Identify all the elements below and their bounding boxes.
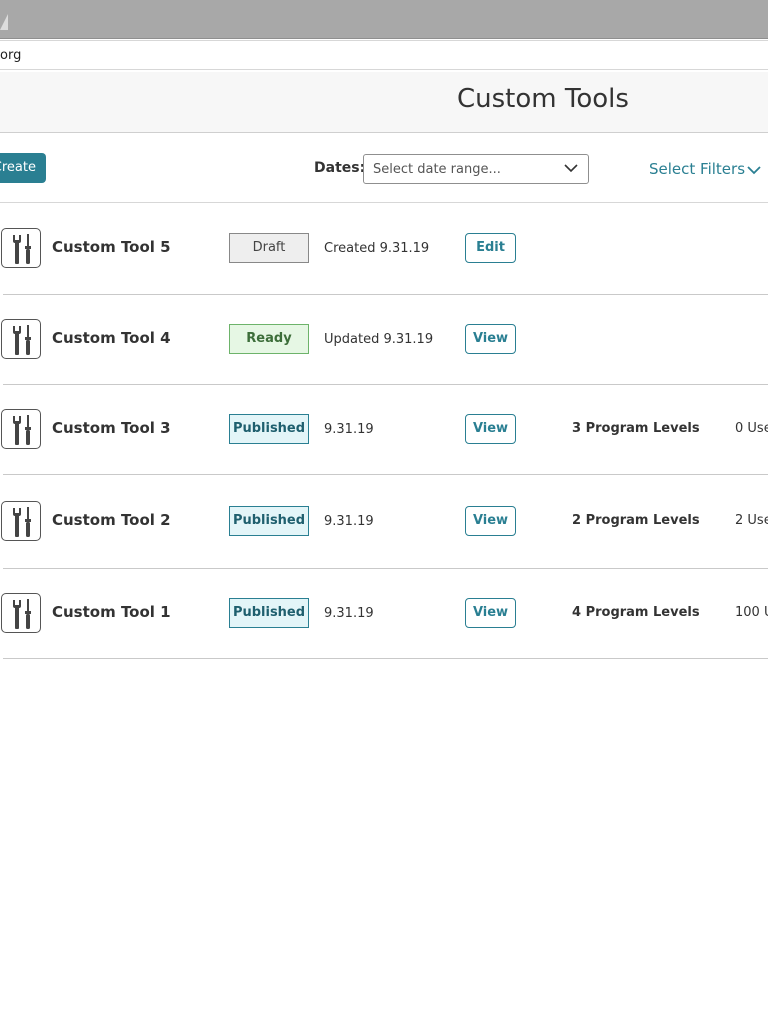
status-badge: Published [229,598,309,628]
tool-date: Created 9.31.19 [324,241,430,256]
tool-name[interactable]: Custom Tool 1 [52,603,171,621]
page-header: Custom Tools [0,72,768,133]
status-badge: Published [229,506,309,536]
tool-name[interactable]: Custom Tool 3 [52,419,171,437]
user-count: 2 Use [735,513,768,528]
view-button[interactable]: View [465,414,516,444]
date-range-select[interactable]: Select date range... [363,154,589,184]
toolbar: Create Dates: Select date range... Selec… [0,134,768,203]
status-badge: Ready [229,324,309,354]
list-item[interactable]: Custom Tool 4 Ready Updated 9.31.19 View [1,295,768,385]
list-item[interactable]: Custom Tool 5 Draft Created 9.31.19 Edit [1,203,768,295]
program-levels: 4 Program Levels [572,605,700,620]
browser-chrome [0,0,768,39]
user-count: 100 U [735,605,768,620]
address-bar[interactable]: org [0,40,768,70]
url-text: org [0,48,22,63]
tools-icon [1,501,41,541]
tool-date: 9.31.19 [324,606,374,621]
chevron-down-icon [747,166,761,175]
tools-icon [1,319,41,359]
list-item[interactable]: Custom Tool 1 Published 9.31.19 View 4 P… [1,569,768,659]
list-item[interactable]: Custom Tool 3 Published 9.31.19 View 3 P… [1,385,768,475]
select-filters-button[interactable]: Select Filters [649,160,761,178]
view-button[interactable]: View [465,324,516,354]
list-item[interactable]: Custom Tool 2 Published 9.31.19 View 2 P… [1,475,768,569]
date-range-placeholder: Select date range... [373,162,501,177]
user-count: 0 Use [735,421,768,436]
tool-date: Updated 9.31.19 [324,332,434,347]
view-button[interactable]: View [465,598,516,628]
page-title: Custom Tools [457,84,629,114]
tools-icon [1,593,41,633]
tools-icon [1,409,41,449]
tool-name[interactable]: Custom Tool 4 [52,329,171,347]
dates-label: Dates: [314,160,366,176]
edit-button[interactable]: Edit [465,233,516,263]
tools-icon [1,228,41,268]
program-levels: 3 Program Levels [572,421,700,436]
status-badge: Published [229,414,309,444]
tool-date: 9.31.19 [324,422,374,437]
status-badge: Draft [229,233,309,263]
tool-name[interactable]: Custom Tool 5 [52,238,171,256]
create-button[interactable]: Create [0,153,46,183]
program-levels: 2 Program Levels [572,513,700,528]
tool-name[interactable]: Custom Tool 2 [52,511,171,529]
browser-tab-edge [0,14,8,30]
view-button[interactable]: View [465,506,516,536]
tool-date: 9.31.19 [324,514,374,529]
select-filters-label: Select Filters [649,160,746,178]
chevron-down-icon [564,164,578,173]
